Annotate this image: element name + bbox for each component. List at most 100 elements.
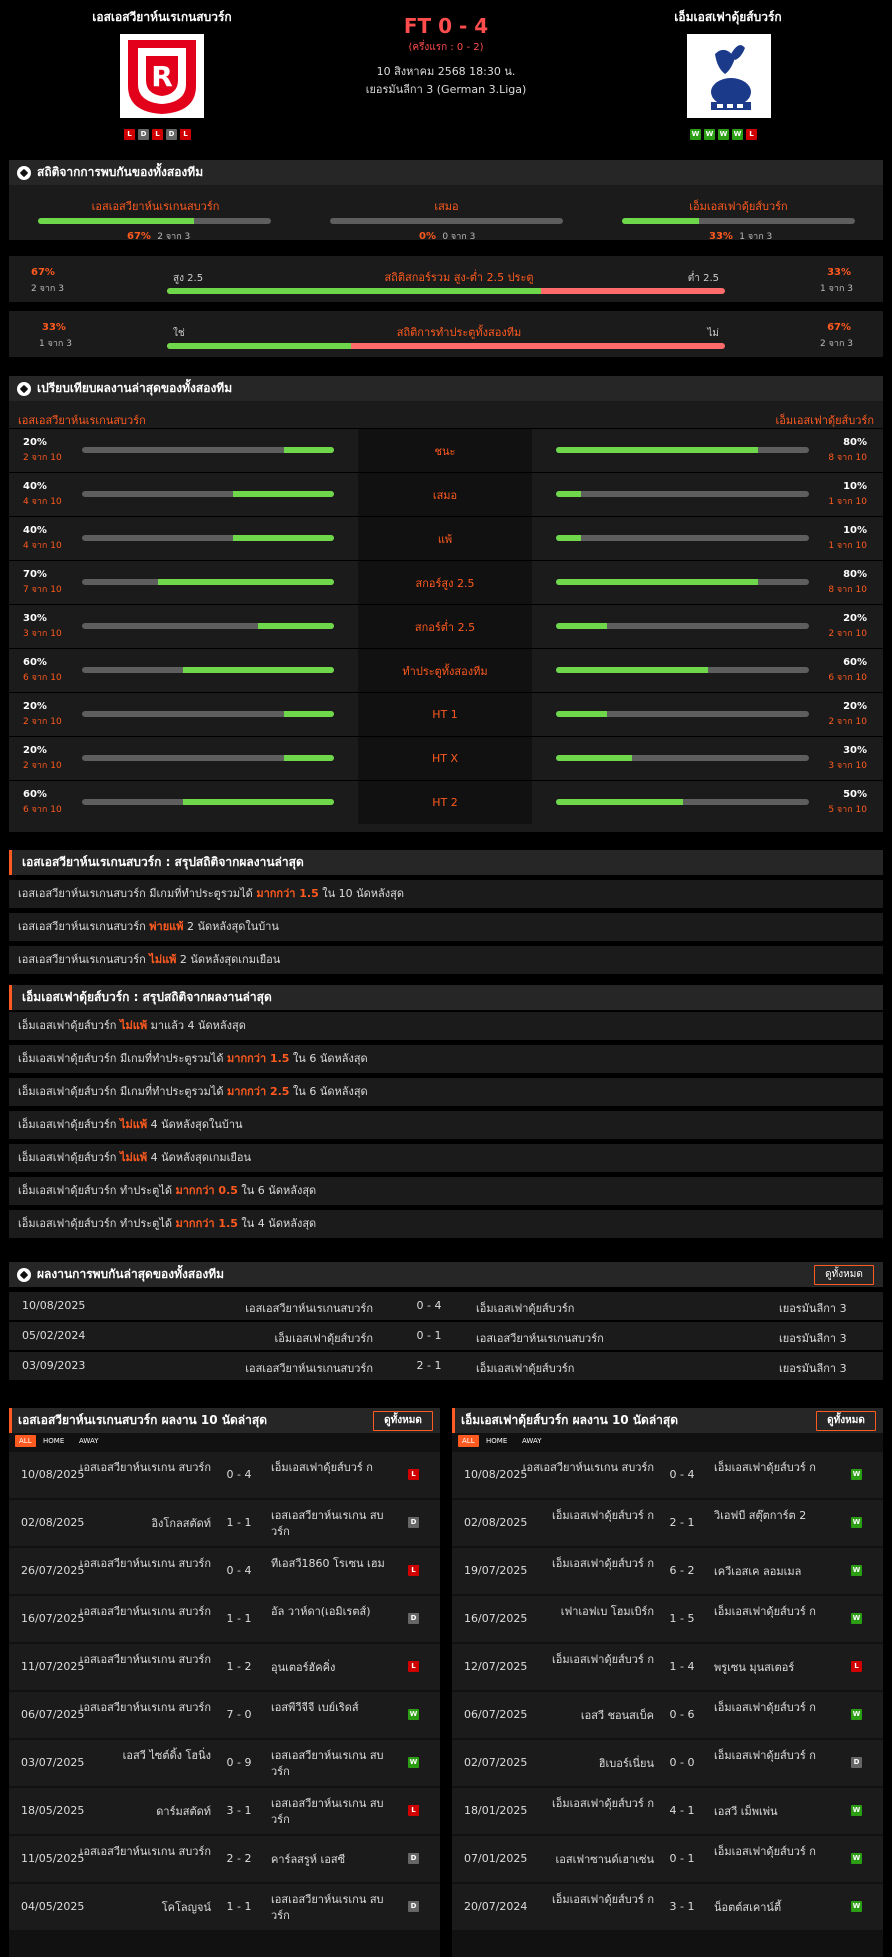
- match-row[interactable]: 03/07/2025 เอสวี ไซต์ดิ้ง โฮนิ่ง 0 - 9 เ…: [9, 1740, 440, 1786]
- away-team[interactable]: เอสเอสวียาห์นเรเกน สบวร์ก: [271, 1508, 396, 1540]
- btts-left-pct: 33%: [42, 322, 66, 333]
- home-team[interactable]: เอสเอสวียาห์นเรเกน สบวร์ก: [522, 1460, 654, 1476]
- home-team[interactable]: เอสเอสวียาห์นเรเกน สบวร์ก: [79, 1700, 211, 1716]
- match-row[interactable]: 12/07/2025 เอ็มเอสเฟาดุ้ยส์บวร์ ก 1 - 4 …: [452, 1644, 883, 1690]
- home-team[interactable]: เอสวี ไซต์ดิ้ง โฮนิ่ง: [79, 1748, 211, 1764]
- match-row[interactable]: 06/07/2025 เอสเอสวียาห์นเรเกน สบวร์ก 7 -…: [9, 1692, 440, 1738]
- match-row[interactable]: 02/08/2025 อิงโกลสตัดท์ 1 - 1 เอสเอสวียา…: [9, 1500, 440, 1546]
- home-team[interactable]: เอ็มเอสเฟาดุ้ยส์บวร์ ก: [522, 1892, 654, 1908]
- away-summary-title: เอ็มเอสเฟาดุ้ยส์บวร์ก : สรุปสถิติจากผลงา…: [9, 985, 883, 1010]
- home-bar: [82, 491, 334, 497]
- away-team[interactable]: เอ็มเอสเฟาดุ้ยส์บวร์ ก: [714, 1700, 839, 1716]
- home-team[interactable]: เอสเอสวียาห์นเรเกนสบวร์ก: [245, 1299, 373, 1317]
- away-count: 8 จาก 10: [828, 585, 867, 595]
- home-last10-view-all-button[interactable]: ดูทั้งหมด: [373, 1411, 433, 1431]
- home-team-name[interactable]: เอสเอสวียาห์นเรเกนสบวร์ก: [42, 8, 282, 27]
- home-team[interactable]: เอสเอสวียาห์นเรเกน สบวร์ก: [79, 1604, 211, 1620]
- match-row[interactable]: 16/07/2025 เอสเอสวียาห์นเรเกน สบวร์ก 1 -…: [9, 1596, 440, 1642]
- match-score: 1 - 2: [226, 1660, 252, 1673]
- away-team[interactable]: อุนเตอร์ฮัคคิ่ง: [271, 1660, 396, 1676]
- away-team-logo[interactable]: [687, 34, 771, 118]
- compare-label: HT 2: [358, 781, 532, 824]
- match-row[interactable]: 02/08/2025 เอ็มเอสเฟาดุ้ยส์บวร์ ก 2 - 1 …: [452, 1500, 883, 1546]
- match-row[interactable]: 07/01/2025 เอสเฟาซานด์เฮาเซ่น 0 - 1 เอ็ม…: [452, 1836, 883, 1882]
- home-team-logo[interactable]: R: [120, 34, 204, 118]
- home-team[interactable]: เอสเอสวียาห์นเรเกน สบวร์ก: [79, 1652, 211, 1668]
- result-badge: W: [851, 1613, 862, 1624]
- away-team[interactable]: พรูเซน มุนสเตอร์: [714, 1660, 839, 1676]
- match-row[interactable]: 18/01/2025 เอ็มเอสเฟาดุ้ยส์บวร์ ก 4 - 1 …: [452, 1788, 883, 1834]
- away-team-name[interactable]: เอ็มเอสเฟาดุ้ยส์บวร์ก: [608, 8, 848, 27]
- bar-fill: [233, 535, 334, 541]
- away-team[interactable]: เอสเอสวียาห์นเรเกน สบวร์ก: [271, 1892, 396, 1924]
- result-badge: W: [851, 1565, 862, 1576]
- home-team[interactable]: เฟาเอฟเบ โฮมเบิร์ก: [522, 1604, 654, 1620]
- bar-fill: [556, 623, 607, 629]
- away-team[interactable]: เอ็มเอสเฟาดุ้ยส์บวร์ ก: [714, 1460, 839, 1476]
- away-team[interactable]: เอสวี เม็พเพ่น: [714, 1804, 839, 1820]
- match-row[interactable]: 26/07/2025 เอสเอสวียาห์นเรเกน สบวร์ก 0 -…: [9, 1548, 440, 1594]
- home-team[interactable]: เอ็มเอสเฟาดุ้ยส์บวร์ ก: [522, 1508, 654, 1524]
- tab-home[interactable]: HOME: [482, 1435, 511, 1447]
- tab-all[interactable]: ALL: [15, 1435, 36, 1447]
- match-row[interactable]: 10/08/2025 เอสเอสวียาห์นเรเกน สบวร์ก 0 -…: [9, 1452, 440, 1498]
- home-team[interactable]: ดาร์มสตัดท์: [79, 1804, 211, 1820]
- away-team[interactable]: เอสพีวีจีจี เบย์เริดส์: [271, 1700, 396, 1716]
- match-row[interactable]: 11/07/2025 เอสเอสวียาห์นเรเกน สบวร์ก 1 -…: [9, 1644, 440, 1690]
- h2h-result-row[interactable]: 05/02/2024 เอ็มเอสเฟาดุ้ยส์บวร์ก 0 - 1 เ…: [9, 1322, 883, 1350]
- home-team[interactable]: เอ็มเอสเฟาดุ้ยส์บวร์ ก: [522, 1796, 654, 1812]
- home-team[interactable]: เอสเอสวียาห์นเรเกน สบวร์ก: [79, 1460, 211, 1476]
- h2h-result-row[interactable]: 10/08/2025 เอสเอสวียาห์นเรเกนสบวร์ก 0 - …: [9, 1292, 883, 1320]
- home-team[interactable]: เอสวี ชอนสเบ็ค: [522, 1708, 654, 1724]
- away-team[interactable]: คาร์ลสรูห์ เอสซี: [271, 1852, 396, 1868]
- away-team[interactable]: เอ็มเอสเฟาดุ้ยส์บวร์ ก: [271, 1460, 396, 1476]
- home-team[interactable]: เอ็มเอสเฟาดุ้ยส์บวร์ ก: [522, 1556, 654, 1572]
- match-row[interactable]: 19/07/2025 เอ็มเอสเฟาดุ้ยส์บวร์ ก 6 - 2 …: [452, 1548, 883, 1594]
- match-row[interactable]: 02/07/2025 ฮิเบอร์เนี่ยน 0 - 0 เอ็มเอสเฟ…: [452, 1740, 883, 1786]
- match-date: 04/05/2025: [21, 1900, 85, 1913]
- h2h-view-all-button[interactable]: ดูทั้งหมด: [814, 1265, 874, 1285]
- match-row[interactable]: 18/05/2025 ดาร์มสตัดท์ 3 - 1 เอสเอสวียาห…: [9, 1788, 440, 1834]
- away-team[interactable]: เอสเอสวียาห์นเรเกน สบวร์ก: [271, 1748, 396, 1780]
- match-row[interactable]: 10/08/2025 เอสเอสวียาห์นเรเกน สบวร์ก 0 -…: [452, 1452, 883, 1498]
- home-team[interactable]: เอ็มเอสเฟาดุ้ยส์บวร์ ก: [522, 1652, 654, 1668]
- home-team[interactable]: เอ็มเอสเฟาดุ้ยส์บวร์ก: [275, 1329, 373, 1347]
- away-team[interactable]: เอสเอสวียาห์นเรเกน สบวร์ก: [271, 1796, 396, 1828]
- away-team[interactable]: เอ็มเอสเฟาดุ้ยส์บวร์ ก: [714, 1604, 839, 1620]
- tab-all[interactable]: ALL: [458, 1435, 479, 1447]
- away-team[interactable]: เควีเอสเค ลอมเมล: [714, 1564, 839, 1580]
- home-team[interactable]: เอสเอสวียาห์นเรเกน สบวร์ก: [79, 1844, 211, 1860]
- home-team[interactable]: เอสเฟาซานด์เฮาเซ่น: [522, 1852, 654, 1868]
- away-team[interactable]: อัล วาห์ดา(เอมิเรตส์): [271, 1604, 396, 1620]
- h2h-result-row[interactable]: 03/09/2023 เอสเอสวียาห์นเรเกนสบวร์ก 2 - …: [9, 1352, 883, 1380]
- match-date: 05/02/2024: [22, 1329, 86, 1342]
- match-row[interactable]: 16/07/2025 เฟาเอฟเบ โฮมเบิร์ก 1 - 5 เอ็ม…: [452, 1596, 883, 1642]
- tab-home[interactable]: HOME: [39, 1435, 68, 1447]
- match-row[interactable]: 04/05/2025 โคโลญจน์ 1 - 1 เอสเอสวียาห์นเ…: [9, 1884, 440, 1930]
- panel-title: เอสเอสวียาห์นเรเกนสบวร์ก ผลงาน 10 นัดล่า…: [18, 1413, 268, 1427]
- home-team[interactable]: เอสเอสวียาห์นเรเกน สบวร์ก: [79, 1556, 211, 1572]
- away-team[interactable]: เอ็มเอสเฟาดุ้ยส์บวร์ ก: [714, 1844, 839, 1860]
- match-row[interactable]: 20/07/2024 เอ็มเอสเฟาดุ้ยส์บวร์ ก 3 - 1 …: [452, 1884, 883, 1930]
- away-team[interactable]: เอ็มเอสเฟาดุ้ยส์บวร์ก: [476, 1299, 574, 1317]
- away-team[interactable]: เอ็มเอสเฟาดุ้ยส์บวร์ ก: [714, 1748, 839, 1764]
- away-pct: 80%: [843, 569, 867, 580]
- away-last10-view-all-button[interactable]: ดูทั้งหมด: [816, 1411, 876, 1431]
- summary-highlight: พ่ายแพ้: [149, 920, 184, 933]
- home-team[interactable]: เอสเอสวียาห์นเรเกนสบวร์ก: [245, 1359, 373, 1377]
- tab-away[interactable]: AWAY: [75, 1435, 102, 1447]
- tab-away[interactable]: AWAY: [518, 1435, 545, 1447]
- home-team[interactable]: ฮิเบอร์เนี่ยน: [522, 1756, 654, 1772]
- away-team[interactable]: เอสเอสวียาห์นเรเกนสบวร์ก: [476, 1329, 604, 1347]
- away-team[interactable]: เอ็มเอสเฟาดุ้ยส์บวร์ก: [476, 1359, 574, 1377]
- away-team[interactable]: ทีเอสวี1860 โรเซน เฮม: [271, 1556, 396, 1572]
- match-row[interactable]: 11/05/2025 เอสเอสวียาห์นเรเกน สบวร์ก 2 -…: [9, 1836, 440, 1882]
- away-team[interactable]: วิเอฟบี สตุ๊ตการ์ต 2: [714, 1508, 839, 1524]
- section-title: สถิติจากการพบกันของทั้งสองทีม: [37, 165, 204, 179]
- home-team[interactable]: อิงโกลสตัดท์: [79, 1516, 211, 1532]
- away-team[interactable]: น็อตต์สเคาน์ตี้: [714, 1900, 839, 1916]
- match-row[interactable]: 06/07/2025 เอสวี ชอนสเบ็ค 0 - 6 เอ็มเอสเ…: [452, 1692, 883, 1738]
- home-team[interactable]: โคโลญจน์: [79, 1900, 211, 1916]
- h2h-home-label: เอสเอสวียาห์นเรเกนสบวร์ก: [91, 200, 220, 213]
- home-pct: 40%: [23, 481, 47, 492]
